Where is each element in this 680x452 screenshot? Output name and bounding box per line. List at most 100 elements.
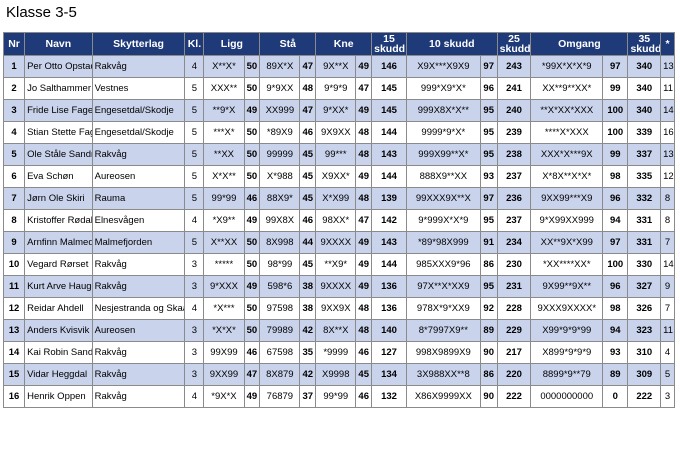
cell-nr: 7 xyxy=(2,187,26,210)
cell-ligg-series: *X*** xyxy=(203,297,245,320)
cell-omgang-series: 9XXX9XXXX* xyxy=(530,297,604,320)
cell-nr: 8 xyxy=(2,209,26,232)
cell-kne-series: 9*9*9 xyxy=(315,77,357,100)
cell-25-skudd-total: 228 xyxy=(496,297,532,320)
cell-kne-series: 9X**X xyxy=(315,55,357,78)
cell-ligg-points: 50 xyxy=(243,319,261,342)
cell-omgang-series: X*8X**X*X* xyxy=(530,165,604,188)
cell-kne-points: 49 xyxy=(355,231,373,254)
cell-ligg-series: *X*X* xyxy=(203,319,245,342)
cell-omgang-points: 89 xyxy=(602,363,629,386)
cell-star-count: 4 xyxy=(660,341,675,364)
cell-ligg-series: ***** xyxy=(203,253,245,276)
cell-star-count: 12 xyxy=(660,165,675,188)
cell-15-skudd-total: 132 xyxy=(371,385,407,408)
cell-15-skudd-total: 143 xyxy=(371,143,407,166)
cell-name: Kristoffer Rødal xyxy=(24,209,93,232)
header-25-skudd: 25 skudd xyxy=(496,32,532,56)
cell-kne-series: 9XXXX xyxy=(315,275,357,298)
table-row: 14Kai Robin SandnesRakvåg399X99466759835… xyxy=(2,341,675,364)
table-row: 8 Kristoffer Rødal Elnesvågen 4 *X9** 49 99X8X… xyxy=(2,209,675,232)
header-10-skudd: 10 skudd xyxy=(405,32,498,56)
cell-35-skudd-total: 309 xyxy=(627,363,662,386)
cell-name: Anders Kvisvik xyxy=(24,319,93,342)
header-sta: Stå xyxy=(259,32,317,56)
cell-ligg-points: 50 xyxy=(243,77,261,100)
cell-omgang-series: X899*9*9*9 xyxy=(530,341,604,364)
cell-name: Kurt Arve Haugen xyxy=(24,275,93,298)
cell-name: Reidar Ahdell xyxy=(24,297,93,320)
cell-club: Rakvåg xyxy=(91,385,186,408)
cell-omgang-series: **X*XX*XXX xyxy=(530,99,604,122)
table-row: 3Fride Lise FagervollEngesetdal/Skodje5*… xyxy=(2,99,675,122)
table-row: 16 Henrik Oppen Rakvåg 4 *9X*X 49 76879 37 99*99… xyxy=(2,385,675,408)
cell-10-skudd-series: 999X99**X* xyxy=(405,143,481,166)
cell-ligg-series: *X9** xyxy=(203,209,245,232)
cell-class: 3 xyxy=(184,341,205,364)
cell-sta-series: 76879 xyxy=(259,385,301,408)
cell-omgang-series: 9*X99XX999 xyxy=(530,209,604,232)
page-title: Klasse 3-5 xyxy=(6,4,77,21)
cell-name: Eva Schøn xyxy=(24,165,93,188)
cell-club: Rakvåg xyxy=(91,341,186,364)
cell-25-skudd-total: 220 xyxy=(496,363,532,386)
cell-club: Rakvåg xyxy=(91,143,186,166)
cell-ligg-points: 47 xyxy=(243,363,261,386)
cell-15-skudd-total: 144 xyxy=(371,253,407,276)
cell-ligg-series: 9XX99 xyxy=(203,363,245,386)
cell-10-skudd-points: 97 xyxy=(479,55,498,78)
cell-25-skudd-total: 241 xyxy=(496,77,532,100)
cell-omgang-points: 97 xyxy=(602,231,629,254)
cell-sta-series: 88X9* xyxy=(259,187,301,210)
cell-kne-points: 46 xyxy=(355,341,373,364)
cell-class: 5 xyxy=(184,143,205,166)
cell-name: Jo Salthammer xyxy=(24,77,93,100)
cell-10-skudd-points: 90 xyxy=(479,385,498,408)
cell-sta-series: 598*6 xyxy=(259,275,301,298)
cell-name: Fride Lise Fagervoll xyxy=(24,99,93,122)
table-row: 10 Vegard Rørset Rakvåg 3 ***** 50 98*99 45 **X9… xyxy=(2,253,675,276)
cell-nr: 13 xyxy=(2,319,26,342)
cell-10-skudd-series: 3X988XX**8 xyxy=(405,363,481,386)
cell-star-count: 7 xyxy=(660,297,675,320)
cell-kne-series: 99*99 xyxy=(315,385,357,408)
cell-15-skudd-total: 136 xyxy=(371,297,407,320)
cell-kne-series: *9999 xyxy=(315,341,357,364)
cell-sta-series: 99999 xyxy=(259,143,301,166)
cell-kne-series: 9XXXX xyxy=(315,231,357,254)
cell-class: 3 xyxy=(184,253,205,276)
cell-15-skudd-total: 145 xyxy=(371,99,407,122)
cell-25-skudd-total: 240 xyxy=(496,99,532,122)
cell-25-skudd-total: 217 xyxy=(496,341,532,364)
cell-10-skudd-points: 89 xyxy=(479,319,498,342)
cell-35-skudd-total: 331 xyxy=(627,209,662,232)
cell-omgang-series: *XX****XX* xyxy=(530,253,604,276)
cell-omgang-series: XXX*X***9X xyxy=(530,143,604,166)
cell-kne-points: 48 xyxy=(355,297,373,320)
table-row: 11Kurt Arve HaugenRakvåg39*XXX49598*6389… xyxy=(2,275,675,298)
cell-10-skudd-points: 90 xyxy=(479,341,498,364)
cell-omgang-points: 100 xyxy=(602,253,629,276)
cell-35-skudd-total: 310 xyxy=(627,341,662,364)
cell-star-count: 13 xyxy=(660,55,675,78)
cell-kne-points: 47 xyxy=(355,209,373,232)
cell-star-count: 11 xyxy=(660,77,675,100)
cell-kne-series: 9*XX* xyxy=(315,99,357,122)
cell-35-skudd-total: 331 xyxy=(627,231,662,254)
cell-omgang-points: 98 xyxy=(602,165,629,188)
cell-class: 5 xyxy=(184,231,205,254)
cell-ligg-points: 46 xyxy=(243,341,261,364)
table-row: 12Reidar AhdellNesjestranda og Skaala4*X… xyxy=(2,297,675,320)
cell-ligg-series: X**XX xyxy=(203,231,245,254)
table-row: 4Stian Stette FagervollEngesetdal/Skodje… xyxy=(2,121,675,144)
cell-ligg-points: 50 xyxy=(243,297,261,320)
cell-kne-series: 8X**X xyxy=(315,319,357,342)
cell-sta-points: 45 xyxy=(299,165,317,188)
cell-club: Nesjestranda og Skaala xyxy=(91,297,186,320)
cell-star-count: 11 xyxy=(660,319,675,342)
cell-35-skudd-total: 323 xyxy=(627,319,662,342)
cell-10-skudd-points: 95 xyxy=(479,275,498,298)
cell-club: Engesetdal/Skodje xyxy=(91,121,186,144)
cell-kne-series: 9XX9X xyxy=(315,297,357,320)
cell-kne-series: 99*** xyxy=(315,143,357,166)
